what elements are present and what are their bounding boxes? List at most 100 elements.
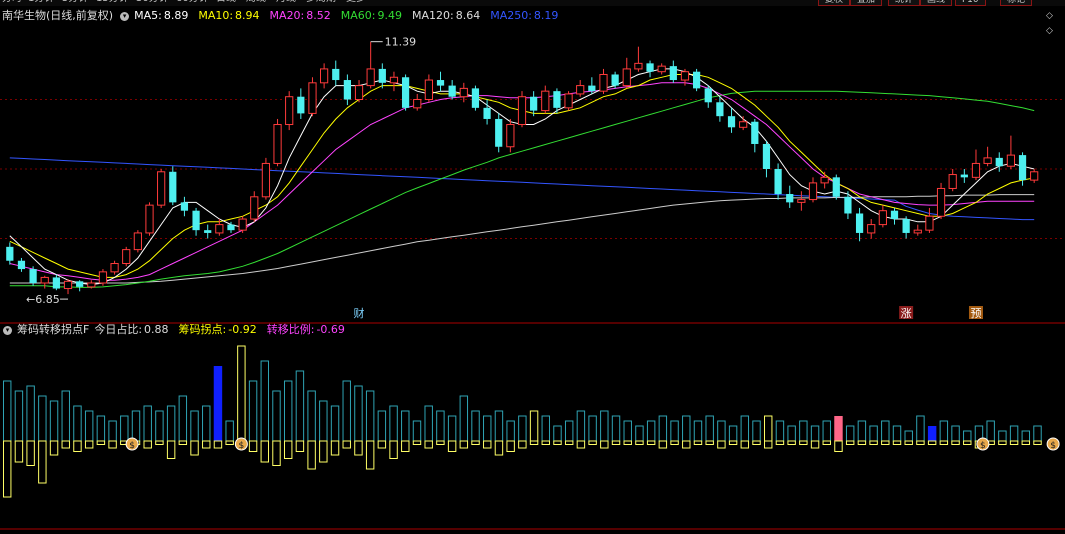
indicator-bar-down: [447, 440, 457, 452]
indicator-bar-down: [3, 440, 12, 498]
candle-body: [471, 88, 480, 108]
candle-body: [762, 143, 771, 169]
low-label: ←6.85: [26, 293, 60, 306]
dropdown-icon[interactable]: ▾: [3, 325, 12, 335]
indicator-bar-down: [178, 440, 188, 445]
bottom-status: [0, 530, 1065, 534]
candle-body: [704, 88, 712, 103]
indicator-bar-up: [564, 420, 574, 442]
candle-body: [250, 196, 259, 220]
period-tab[interactable]: 多周期: [306, 0, 336, 5]
period-tab[interactable]: 月线: [276, 0, 296, 5]
indicator-bar-down: [272, 440, 281, 466]
indicator-bar-up: [611, 415, 621, 442]
candle-body: [63, 280, 73, 290]
candle-body: [797, 199, 806, 203]
indicator-bar-up: [904, 430, 913, 442]
toolbar-button[interactable]: F10: [955, 0, 986, 6]
period-tab[interactable]: 1分钟: [28, 0, 54, 5]
indicator-bar-down: [869, 440, 878, 445]
indicator-bar-down: [61, 440, 70, 449]
indicator-bar-down: [553, 440, 562, 445]
indicator-bar-down: [600, 440, 609, 449]
indicator-bar-down: [225, 440, 234, 445]
indicator-bar-up: [1009, 425, 1019, 442]
indicator-bar-up: [248, 380, 258, 442]
candle-body: [436, 80, 445, 86]
candle-body: [52, 277, 60, 289]
indicator-bar-up: [1021, 430, 1031, 442]
candle-body: [6, 246, 14, 261]
candle-body: [180, 202, 189, 211]
toolbar-button[interactable]: 标记: [1000, 0, 1033, 6]
indicator-bar-up: [342, 380, 351, 442]
period-tab[interactable]: 日线: [216, 0, 236, 5]
indicator-bar-up: [225, 420, 234, 442]
indicator-bar-down: [963, 440, 972, 445]
indicator-bar-down: [26, 440, 35, 466]
candle-body: [786, 194, 794, 203]
indicator-bar-down: [717, 440, 726, 449]
indicator-bar-down: [283, 440, 293, 459]
candle-body: [133, 232, 142, 251]
candle-body: [878, 210, 887, 226]
indicator-bar-down: [529, 440, 539, 445]
indicator-bar-down: [810, 440, 820, 449]
indicator-label: 筹码拐点:: [178, 323, 227, 336]
price-chart[interactable]: 11.39 ←6.85 财 涨 预: [0, 8, 1065, 324]
indicator-bar-down: [541, 440, 550, 445]
candle-body: [971, 162, 981, 178]
indicator-bar-down: [658, 440, 668, 449]
money-bag-symbol: $: [1050, 441, 1056, 451]
toolbar-button[interactable]: 复权: [818, 0, 851, 6]
toolbar-button[interactable]: 画线: [920, 0, 953, 6]
candle-body: [17, 260, 26, 270]
candle-body: [378, 68, 386, 83]
candle-body: [832, 177, 840, 197]
candle-body: [599, 73, 608, 92]
period-tab[interactable]: 周线: [246, 0, 266, 5]
indicator-bar-down: [190, 440, 199, 456]
toolbar-button[interactable]: 叠加: [850, 0, 883, 6]
period-tab[interactable]: 30分钟: [136, 0, 169, 5]
candle-body: [273, 124, 282, 164]
period-tab[interactable]: 更多: [346, 0, 366, 5]
zoom-diamond-icon[interactable]: ◇: [1046, 11, 1053, 21]
toolbar-button[interactable]: 统计: [888, 0, 921, 6]
candle-body: [122, 249, 131, 265]
zoom-diamond-icon[interactable]: ◇: [1046, 26, 1053, 36]
indicator-item: 今日占比: 0.88: [94, 323, 173, 336]
candle-body: [110, 263, 119, 273]
indicator-bar-down: [518, 440, 527, 449]
period-tab[interactable]: 60分钟: [176, 0, 209, 5]
period-tab[interactable]: 分时: [2, 0, 22, 5]
candle-body: [936, 187, 946, 217]
indicator-bar-up: [96, 415, 106, 442]
indicator-bar-down: [728, 440, 738, 445]
candle-body: [261, 162, 271, 198]
indicator-title[interactable]: 筹码转移拐点F: [17, 323, 89, 336]
indicator-bar-up: [354, 385, 363, 442]
indicator-chart[interactable]: $ $ $ $: [0, 338, 1065, 530]
candle-body: [925, 215, 934, 231]
indicator-bar-down: [38, 440, 47, 484]
candle-body: [1030, 171, 1039, 181]
indicator-bar-up: [377, 410, 387, 442]
indicator-bar-up: [752, 420, 761, 442]
indicator-bar-up: [600, 410, 609, 442]
indicator-bar-down: [436, 440, 445, 445]
indicator-bar-up: [494, 410, 504, 442]
candle-body: [646, 63, 654, 72]
indicator-bar-up: [951, 425, 960, 442]
period-tab[interactable]: 15分钟: [96, 0, 129, 5]
indicator-bar-down: [1021, 440, 1031, 445]
indicator-bar-down: [705, 440, 714, 445]
indicator-bar-up: [881, 420, 890, 442]
period-tab[interactable]: 5分钟: [62, 0, 88, 5]
candle-body: [389, 76, 399, 84]
indicator-bar-up: [682, 415, 691, 442]
candle-body: [204, 230, 212, 233]
candle-body: [238, 218, 247, 231]
indicator-bar-up: [506, 420, 515, 442]
indicator-bar-down: [623, 440, 632, 445]
